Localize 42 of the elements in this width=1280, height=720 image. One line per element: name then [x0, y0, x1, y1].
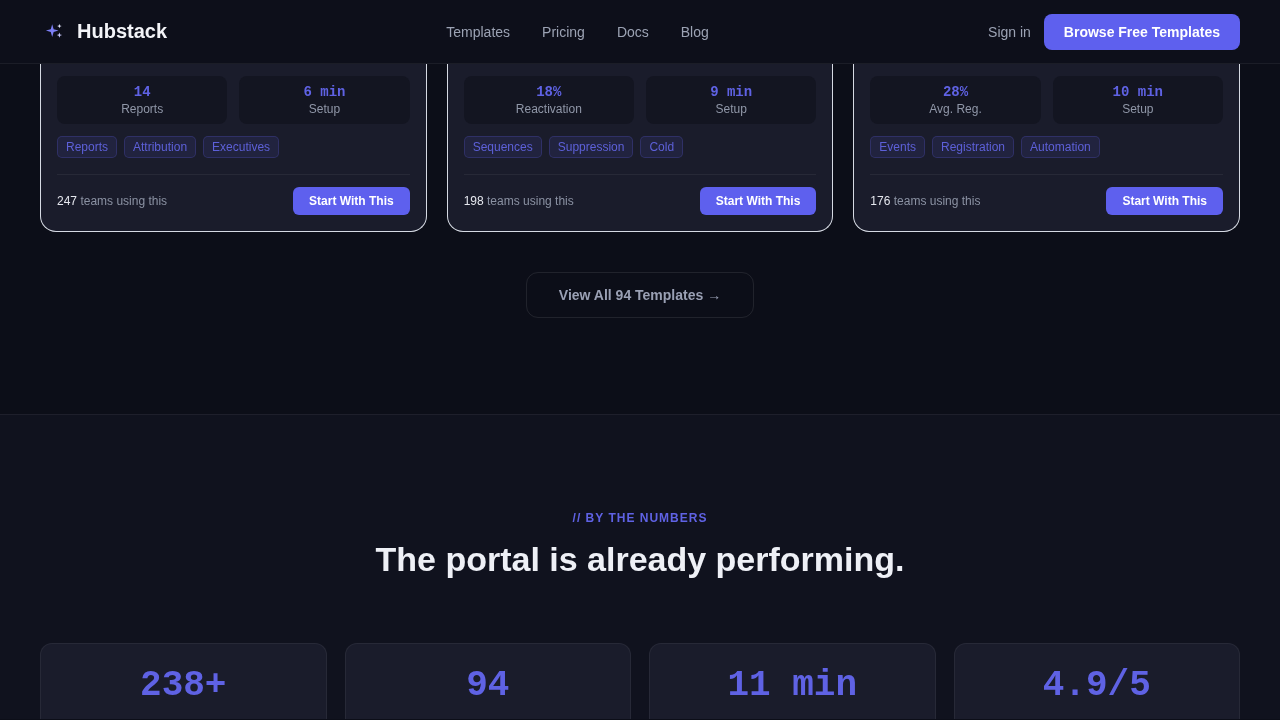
tag: Sequences [463, 136, 542, 158]
usage-text: 198 teams using this [463, 194, 574, 208]
brand-name: Hubstack [77, 20, 168, 43]
section-heading: The portal is already performing. [375, 539, 905, 580]
tag: Automation [1021, 136, 1100, 158]
start-button[interactable]: Start With This [293, 187, 410, 215]
stat-label: Setup [715, 101, 747, 117]
browse-templates-button[interactable]: Browse Free Templates [1043, 13, 1240, 50]
section-eyebrow: // BY THE NUMBERS [572, 510, 708, 526]
nav-link[interactable]: Templates [446, 23, 511, 40]
stat-value: 9 min [710, 83, 753, 100]
tag: Registration [932, 136, 1015, 158]
view-all-button[interactable]: View All 94 Templates → [525, 272, 755, 318]
stat-value: 14 [133, 83, 151, 100]
metric-value: 11 min [727, 665, 858, 707]
nav-link[interactable]: Pricing [542, 23, 585, 40]
metric-value: 4.9/5 [1042, 665, 1151, 707]
tag: Attribution [124, 136, 197, 158]
nav-link[interactable]: Blog [680, 23, 709, 40]
stat-label: Avg. Reg. [929, 101, 982, 117]
stat-label: Reactivation [515, 101, 582, 117]
tag: Reports [57, 136, 118, 158]
stat-value: 28% [942, 83, 969, 100]
stat-value: 10 min [1112, 83, 1164, 100]
sign-in-link[interactable]: Sign in [988, 23, 1031, 40]
tag: Executives [203, 136, 280, 158]
tag: Cold [640, 136, 684, 158]
nav-link[interactable]: Docs [616, 23, 649, 40]
stat-value: 6 min [303, 83, 346, 100]
stat-label: Reports [121, 101, 164, 117]
start-button[interactable]: Start With This [699, 187, 817, 215]
metric-value: 94 [466, 665, 510, 707]
stat-label: Setup [1122, 101, 1154, 117]
usage-text: 247 teams using this [57, 194, 168, 208]
sparkles-logo-icon [45, 23, 63, 40]
usage-text: 176 teams using this [870, 194, 981, 208]
stat-label: Setup [308, 101, 341, 117]
start-button[interactable]: Start With This [1106, 187, 1223, 215]
tag: Suppression [548, 136, 634, 158]
tag: Events [870, 136, 925, 158]
stat-value: 18% [536, 83, 562, 100]
metric-value: 238+ [140, 665, 227, 707]
